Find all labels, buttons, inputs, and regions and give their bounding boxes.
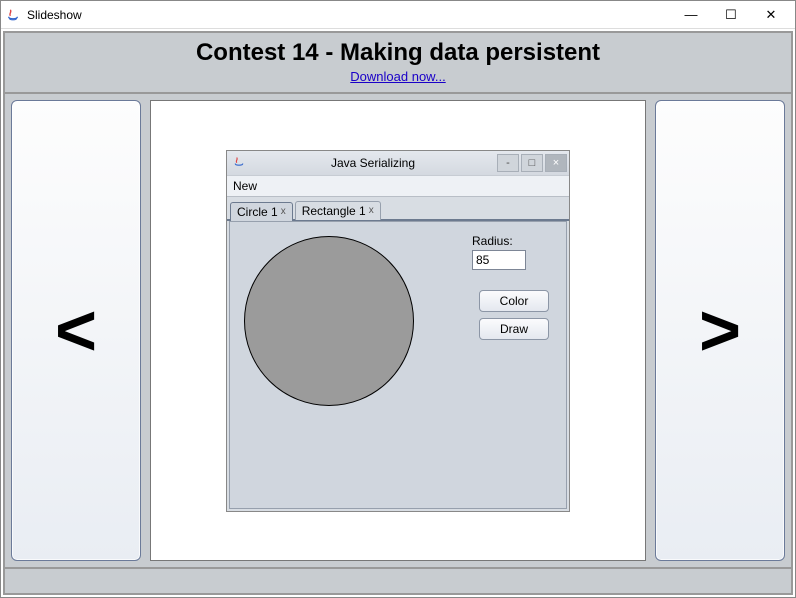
titlebar[interactable]: Slideshow — ☐ ✕	[1, 1, 795, 29]
java-icon	[233, 156, 247, 170]
close-icon[interactable]: x	[369, 205, 374, 216]
tab-circle-1[interactable]: Circle 1 x	[230, 202, 293, 221]
radius-input[interactable]	[472, 250, 526, 270]
inner-window-controls: ‑ □ ×	[495, 154, 567, 172]
side-controls: Radius: Color Draw	[472, 232, 556, 498]
chevron-left-icon: <	[55, 295, 97, 367]
inner-menubar: New	[227, 175, 569, 197]
inner-titlebar: Java Serializing ‑ □ ×	[227, 151, 569, 175]
inner-window-title: Java Serializing	[251, 156, 495, 170]
footer-panel	[5, 567, 791, 593]
inner-maximize-button[interactable]: □	[521, 154, 543, 172]
tab-label: Circle 1	[237, 205, 278, 219]
java-icon	[5, 7, 21, 23]
slide-area: Java Serializing ‑ □ × New Circle 1	[150, 100, 646, 561]
prev-button[interactable]: <	[11, 100, 141, 561]
window-title: Slideshow	[27, 8, 671, 22]
radius-label: Radius:	[472, 234, 556, 248]
inner-tabrow: Circle 1 x Rectangle 1 x	[227, 197, 569, 221]
tab-rectangle-1[interactable]: Rectangle 1 x	[295, 201, 381, 220]
header-panel: Contest 14 - Making data persistent Down…	[5, 33, 791, 94]
inner-close-button[interactable]: ×	[545, 154, 567, 172]
window-controls: — ☐ ✕	[671, 2, 791, 28]
download-link[interactable]: Download now...	[350, 69, 445, 84]
maximize-button[interactable]: ☐	[711, 2, 751, 28]
tab-label: Rectangle 1	[302, 204, 366, 218]
app-window: Slideshow — ☐ ✕ Contest 14 - Making data…	[0, 0, 796, 598]
color-button[interactable]: Color	[479, 290, 549, 312]
circle-shape	[244, 236, 414, 406]
inner-minimize-button[interactable]: ‑	[497, 154, 519, 172]
frame-body: Contest 14 - Making data persistent Down…	[3, 31, 793, 595]
inner-content: Radius: Color Draw	[229, 221, 567, 509]
page-title: Contest 14 - Making data persistent	[5, 39, 791, 67]
chevron-right-icon: >	[699, 295, 741, 367]
draw-button[interactable]: Draw	[479, 318, 549, 340]
close-button[interactable]: ✕	[751, 2, 791, 28]
canvas-area	[240, 232, 472, 498]
inner-window: Java Serializing ‑ □ × New Circle 1	[226, 150, 570, 512]
minimize-button[interactable]: —	[671, 2, 711, 28]
close-icon[interactable]: x	[281, 206, 286, 217]
next-button[interactable]: >	[655, 100, 785, 561]
main-row: < Java Serializing ‑ □ ×	[5, 94, 791, 567]
menu-new[interactable]: New	[233, 179, 257, 193]
